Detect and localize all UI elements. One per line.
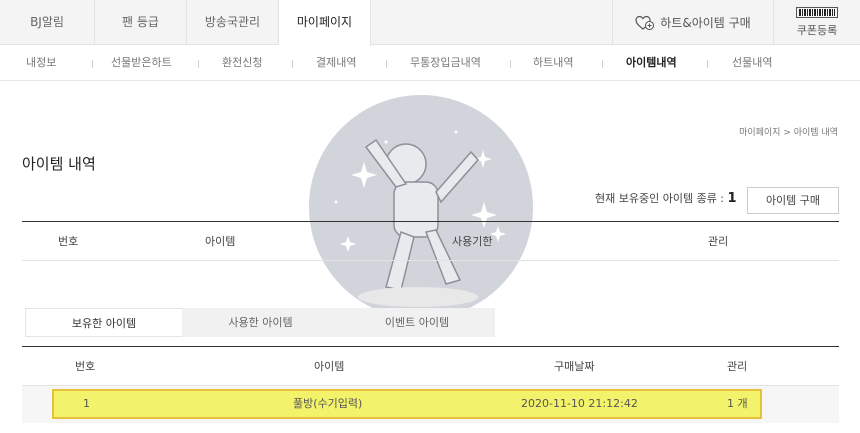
column-header-item: 아이템 [205, 235, 236, 248]
breadcrumb: 마이페이지 > 아이템 내역 [739, 128, 838, 138]
subnav-divider [198, 60, 199, 68]
column-header-purchase-date: 구매날짜 [554, 360, 595, 373]
tab-used-items[interactable]: 사용한 아이템 [182, 308, 339, 337]
subnav-divider [510, 60, 511, 68]
heart-item-buy-button[interactable]: 하트&아이템 구매 [612, 0, 774, 45]
subnav-gift-history[interactable]: 선물내역 [732, 45, 772, 81]
subnav-item-history[interactable]: 아이템내역 [626, 45, 677, 81]
subnav-exchange-request[interactable]: 환전신청 [222, 45, 262, 81]
row-number: 1 [83, 397, 90, 410]
column-header-number: 번호 [75, 360, 96, 373]
owned-item-table-header: 번호 아이템 구매날짜 관리 [22, 346, 839, 386]
sub-nav: 내정보 선물받은하트 환전신청 결제내역 무통장입금내역 하트내역 아이템내역 … [0, 45, 860, 81]
column-header-number: 번호 [58, 235, 79, 248]
owned-count-label: 현재 보유중인 아이템 종류 : [595, 192, 725, 205]
subnav-divider [292, 60, 293, 68]
subnav-bank-deposit-history[interactable]: 무통장입금내역 [410, 45, 481, 81]
highlighted-row [52, 389, 762, 419]
owned-count-value: 1 [727, 191, 737, 206]
row-purchase-date: 2020-11-10 21:12:42 [521, 397, 638, 410]
heart-plus-icon [635, 15, 655, 30]
tab-owned-items[interactable]: 보유한 아이템 [25, 308, 182, 337]
subnav-payment-history[interactable]: 결제내역 [316, 45, 356, 81]
subnav-divider [602, 60, 603, 68]
coupon-register-button[interactable]: 쿠폰등록 [774, 0, 860, 45]
item-tabs: 보유한 아이템 사용한 아이템 이벤트 아이템 [25, 308, 495, 337]
tab-bj-alert[interactable]: BJ알림 [0, 0, 95, 45]
barcode-icon [796, 7, 838, 18]
subnav-heart-history[interactable]: 하트내역 [533, 45, 573, 81]
subnav-received-hearts[interactable]: 선물받은하트 [111, 45, 172, 81]
heart-item-buy-label: 하트&아이템 구매 [660, 16, 751, 30]
item-buy-button[interactable]: 아이템 구매 [747, 187, 839, 214]
column-header-expiry: 사용기한 [452, 235, 493, 248]
coupon-label: 쿠폰등록 [796, 24, 838, 37]
subnav-my-info[interactable]: 내정보 [26, 45, 56, 81]
tab-event-items[interactable]: 이벤트 아이템 [339, 308, 495, 337]
subnav-divider [92, 60, 93, 68]
row-manage-count[interactable]: 1 개 [727, 389, 748, 419]
astronaut-watermark-image [309, 95, 533, 319]
column-header-item: 아이템 [314, 360, 345, 373]
page-title: 아이템 내역 [22, 155, 96, 173]
subnav-divider [386, 60, 387, 68]
tab-fan-grade[interactable]: 팬 등급 [95, 0, 187, 45]
item-table-header: 번호 아이템 사용기한 관리 [22, 221, 839, 261]
top-nav-bar: BJ알림 팬 등급 방송국관리 마이페이지 하트&아이템 구매 쿠폰등록 [0, 0, 860, 46]
column-header-manage: 관리 [727, 360, 748, 373]
tab-station-management[interactable]: 방송국관리 [187, 0, 279, 45]
row-item-name: 풀방(수기입력) [293, 397, 363, 410]
owned-item-count: 현재 보유중인 아이템 종류 : 1 [595, 190, 737, 206]
tab-my-page[interactable]: 마이페이지 [279, 0, 371, 46]
subnav-divider [707, 60, 708, 68]
column-header-manage: 관리 [708, 235, 729, 248]
